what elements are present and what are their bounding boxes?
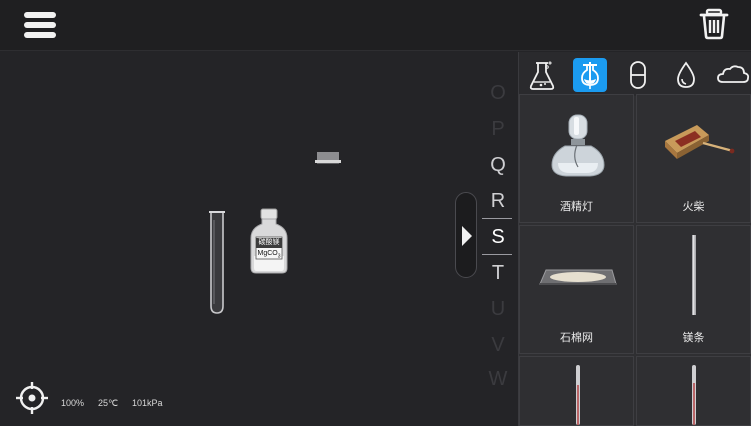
trash-icon[interactable] <box>697 6 731 40</box>
matches-label: 火柴 <box>682 201 705 213</box>
equipment-tile-magnesium-strip[interactable]: 镁条 <box>636 225 751 354</box>
pressure-readout: 101kPa <box>132 398 163 408</box>
thermometer-icon <box>692 365 696 425</box>
asbestos-gauze-icon <box>539 269 617 285</box>
alpha-letter-r[interactable]: R <box>484 190 512 213</box>
bottle-formula-main: MgCO <box>257 250 278 257</box>
asbestos-gauze-label: 石棉网 <box>560 332 593 344</box>
magnesium-strip-icon <box>692 235 696 315</box>
alpha-letter-v[interactable]: V <box>484 334 512 357</box>
test-tube-icon[interactable] <box>208 210 226 316</box>
magnesium-strip-label: 镁条 <box>682 332 705 344</box>
equipment-tile-asbestos-gauze[interactable]: 石棉网 <box>519 225 634 354</box>
hamburger-menu-icon[interactable] <box>24 10 56 40</box>
capsule-icon[interactable] <box>621 58 655 92</box>
alcohol-lamp-label: 酒精灯 <box>560 201 593 213</box>
equipment-tile-matches[interactable]: 火柴 <box>636 94 751 223</box>
equipment-tile-alcohol-lamp[interactable]: 酒精灯 <box>519 94 634 223</box>
app-root: 碳酸镁 MgCO3 O P Q R S T U V W 100% 25℃ 101… <box>0 0 751 426</box>
zoom-level: 100% <box>61 398 85 408</box>
alpha-letter-t[interactable]: T <box>484 262 512 285</box>
temperature-readout: 25℃ <box>98 398 119 408</box>
panel-toggle-button[interactable] <box>455 192 477 278</box>
alphabet-index[interactable]: O P Q R S T U V W <box>484 76 512 396</box>
reagent-bottle-mgco3[interactable]: 碳酸镁 MgCO3 <box>249 208 289 274</box>
equipment-tile-thermometer-2[interactable] <box>636 356 751 426</box>
alpha-letter-u[interactable]: U <box>484 298 512 321</box>
equipment-tile-thermometer-1[interactable] <box>519 356 634 426</box>
alpha-letter-p[interactable]: P <box>484 118 512 141</box>
cloud-icon[interactable] <box>715 58 751 92</box>
alpha-active-bottom-line <box>482 254 512 255</box>
bottle-label-formula: MgCO3 <box>256 249 282 261</box>
flask-icon[interactable] <box>525 58 559 92</box>
alpha-letter-w[interactable]: W <box>484 368 512 391</box>
alcohol-lamp-icon <box>551 114 605 177</box>
evaporating-dish-icon[interactable] <box>313 150 343 166</box>
top-bar <box>0 0 751 51</box>
thermometer-icon <box>576 365 580 425</box>
bottle-label-name: 碳酸镁 <box>258 239 280 246</box>
matches-icon <box>665 125 735 159</box>
crosshair-icon[interactable] <box>14 381 50 415</box>
bottle-formula-sub: 3 <box>277 253 281 260</box>
chevron-right-icon <box>462 226 472 246</box>
alpha-letter-s[interactable]: S <box>484 226 512 249</box>
droplet-icon[interactable] <box>669 58 703 92</box>
equipment-panel: 酒精灯 火柴 石棉网 镁条 <box>518 52 751 426</box>
dropper-icon[interactable] <box>573 58 607 92</box>
alpha-active-top-line <box>482 218 512 219</box>
alpha-letter-o[interactable]: O <box>484 82 512 105</box>
category-tabs <box>519 52 751 96</box>
alpha-letter-q[interactable]: Q <box>484 154 512 177</box>
